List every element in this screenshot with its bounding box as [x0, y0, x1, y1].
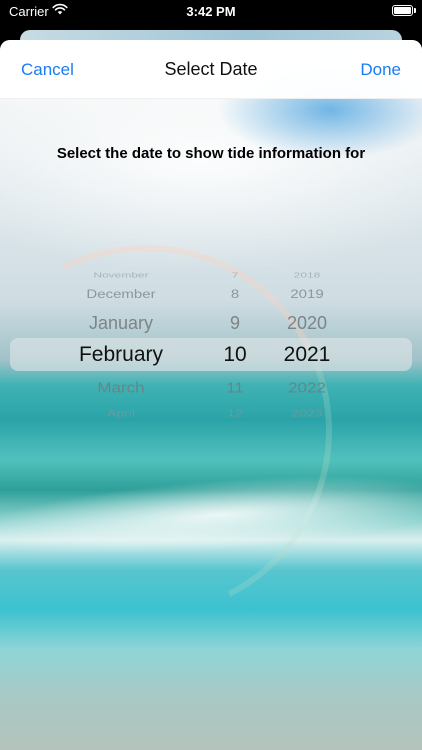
- done-button[interactable]: Done: [360, 60, 401, 80]
- selected-month[interactable]: February: [10, 340, 232, 370]
- year-option[interactable]: 2018: [272, 266, 342, 284]
- year-option[interactable]: 2023: [272, 403, 342, 424]
- picker-row[interactable]: March 11 2022: [10, 375, 412, 401]
- month-option[interactable]: January: [10, 308, 232, 338]
- month-option[interactable]: March: [10, 375, 232, 401]
- year-option[interactable]: 2022: [272, 375, 342, 401]
- day-option[interactable]: 12: [200, 403, 270, 424]
- year-option[interactable]: 2020: [272, 308, 342, 338]
- picker-row[interactable]: December 8 2019: [10, 283, 412, 307]
- selected-day[interactable]: 10: [200, 340, 270, 370]
- day-option[interactable]: 8: [200, 283, 270, 307]
- month-option[interactable]: December: [10, 283, 232, 307]
- month-option[interactable]: April: [10, 403, 232, 424]
- picker-row[interactable]: November 7 2018: [10, 266, 412, 284]
- picker-row[interactable]: April 12 2023: [10, 403, 412, 424]
- date-sheet: Cancel Select Date Done Select the date …: [0, 40, 422, 750]
- date-picker[interactable]: November 7 2018 December 8 2019 January …: [10, 258, 412, 426]
- year-option[interactable]: 2019: [272, 283, 342, 307]
- navigation-bar: Cancel Select Date Done: [0, 40, 422, 99]
- selected-year[interactable]: 2021: [272, 340, 342, 370]
- day-option[interactable]: 9: [200, 308, 270, 338]
- prompt-text: Select the date to show tide information…: [56, 145, 366, 162]
- clock: 3:42 PM: [186, 4, 236, 19]
- page-title: Select Date: [164, 59, 258, 79]
- status-bar: Carrier 3:42 PM: [0, 0, 422, 24]
- day-option[interactable]: 7: [200, 266, 270, 284]
- picker-selected-row[interactable]: February 10 2021: [10, 340, 412, 370]
- day-option[interactable]: 11: [200, 375, 270, 401]
- month-option[interactable]: November: [10, 266, 232, 284]
- picker-row[interactable]: January 9 2020: [10, 308, 412, 338]
- battery-icon: [392, 5, 416, 16]
